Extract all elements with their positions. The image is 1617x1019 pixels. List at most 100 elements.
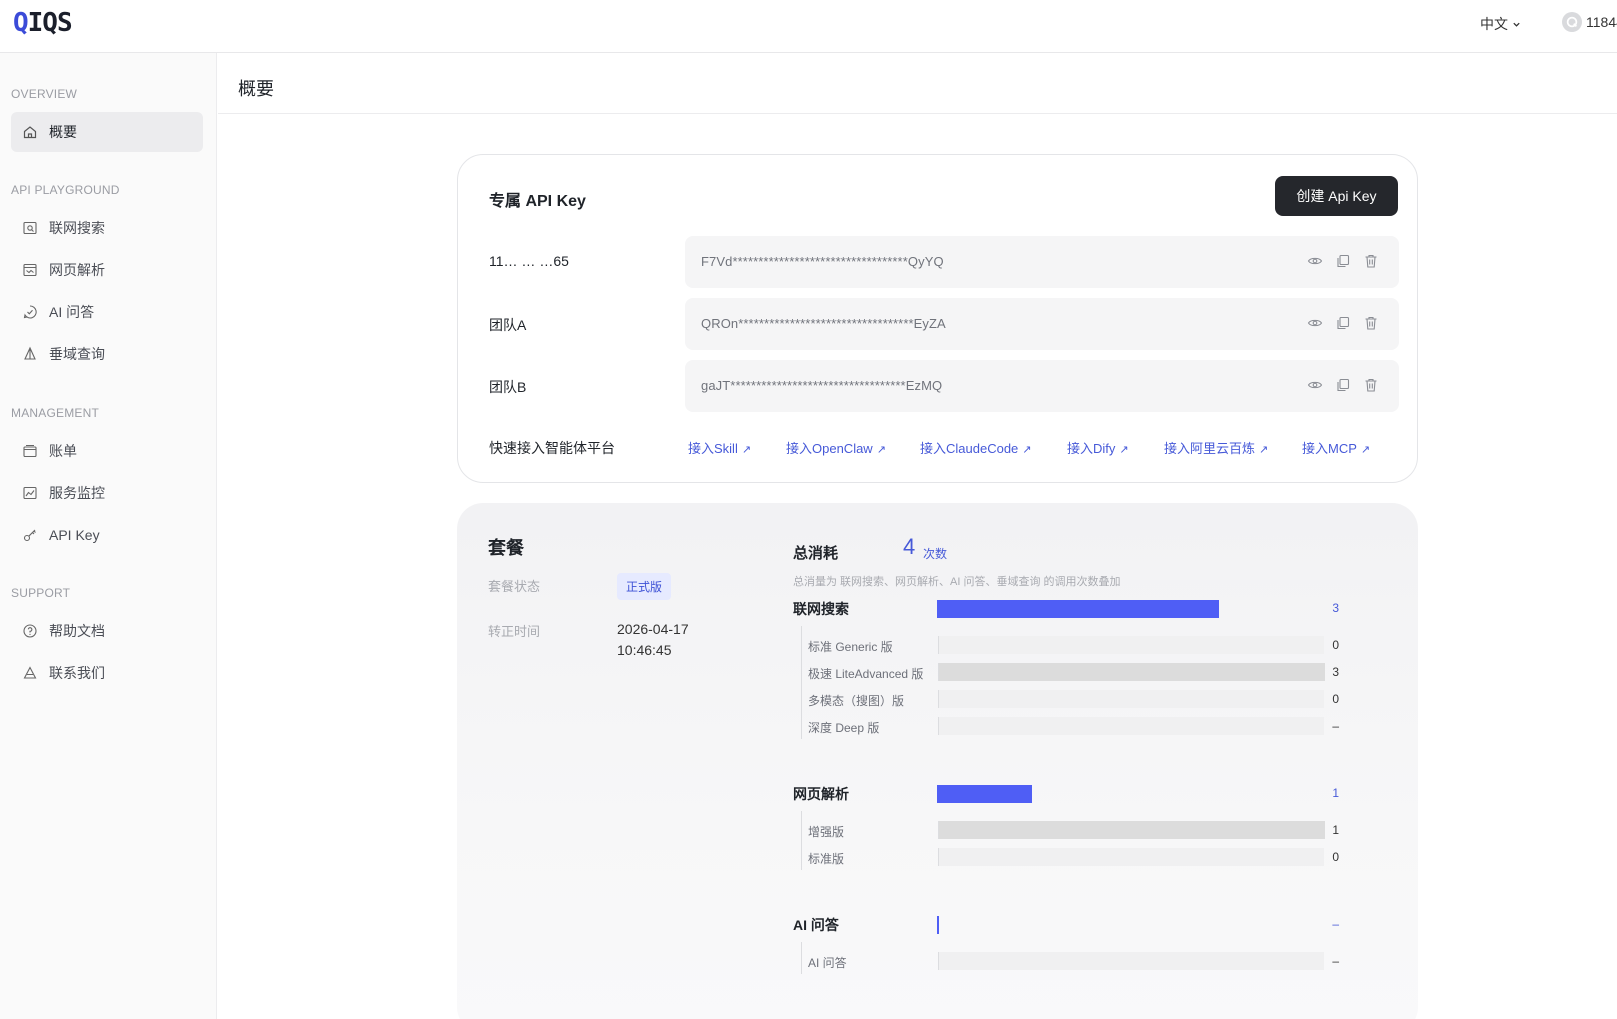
eye-icon[interactable]	[1307, 253, 1323, 269]
web-search-icon	[23, 221, 37, 235]
sidebar-item-ai-qa[interactable]: AI 问答	[11, 292, 203, 332]
sub-category-label: 极速 LiteAdvanced 版	[808, 667, 924, 681]
package-time-value: 2026-04-17 10:46:45	[617, 619, 689, 661]
sub-category-value: 0	[1332, 638, 1339, 652]
language-label: 中文	[1480, 16, 1508, 32]
usage-total: 4	[903, 534, 916, 559]
external-link-icon: ↗	[876, 444, 886, 456]
category-bar-track	[937, 785, 1323, 803]
logo-text: QIQS	[13, 8, 73, 38]
package-title: 套餐	[488, 538, 524, 558]
quick-link-aliyun-bailian[interactable]: 接入阿里云百炼 ↗	[1164, 438, 1268, 457]
sub-category-label: 标准 Generic 版	[808, 640, 893, 654]
api-key-value: F7Vd**********************************Qy…	[701, 254, 944, 269]
help-icon	[23, 624, 37, 638]
contact-icon	[23, 666, 37, 679]
sidebar-item-web-parse[interactable]: 网页解析	[11, 250, 203, 290]
sidebar-item-web-search[interactable]: 联网搜索	[11, 208, 203, 248]
api-key-card: 专属 API Key 创建 Api Key 11… … …65 F7Vd****…	[457, 154, 1418, 483]
sidebar-item-label: 帮助文档	[49, 623, 105, 639]
package-card: 套餐 套餐状态 正式版 转正时间 2026-04-17 10:46:45 总消耗…	[457, 503, 1418, 1019]
sidebar-item-help[interactable]: 帮助文档	[11, 611, 203, 651]
quick-connect-label: 快速接入智能体平台	[489, 440, 615, 456]
eye-icon[interactable]	[1307, 377, 1323, 393]
copy-icon[interactable]	[1335, 377, 1351, 393]
sub-category-bar-track	[938, 636, 1324, 654]
category-bar	[937, 600, 1219, 618]
page-header: 概要	[218, 53, 1617, 114]
top-bar: QIQS 中文 11844	[0, 0, 1617, 53]
sub-category-value: –	[1332, 954, 1339, 968]
sidebar-item-overview[interactable]: 概要	[11, 112, 203, 152]
sidebar-item-label: 垂域查询	[49, 346, 105, 362]
sidebar-item-vertical-query[interactable]: 垂域查询	[11, 334, 203, 374]
category-label: AI 问答	[793, 917, 839, 933]
user-menu[interactable]: 11844	[1562, 12, 1617, 32]
api-key-row: 团队A QROn********************************…	[489, 298, 1399, 350]
home-icon	[23, 126, 37, 139]
api-key-name: 团队B	[489, 379, 527, 395]
quick-link-openclaw[interactable]: 接入OpenClaw ↗	[786, 438, 886, 457]
usage-title: 总消耗	[793, 545, 839, 562]
api-key-title: 专属 API Key	[489, 193, 586, 210]
usage-note: 总消量为 联网搜索、网页解析、AI 问答、垂域查询 的调用次数叠加	[793, 576, 1121, 588]
ai-qa-icon	[23, 305, 37, 319]
sidebar-item-contact[interactable]: 联系我们	[11, 653, 203, 693]
sub-category-label: 多模态（搜图）版	[808, 694, 905, 708]
sub-category-value: 0	[1332, 692, 1339, 706]
eye-icon[interactable]	[1307, 315, 1323, 331]
chevron-down-icon	[1513, 22, 1520, 27]
sidebar: OVERVIEW 概要 API PLAYGROUND 联网搜索 网页解析 AI …	[0, 53, 217, 1019]
vertical-query-icon	[24, 346, 36, 360]
external-link-icon: ↗	[1022, 444, 1032, 456]
avatar	[1562, 12, 1582, 32]
sidebar-item-monitor[interactable]: 服务监控	[11, 473, 203, 513]
sub-category-bar-track	[938, 821, 1325, 839]
quick-link-skill[interactable]: 接入Skill ↗	[688, 438, 751, 457]
sub-category-bar-track	[938, 952, 1324, 970]
quick-link-mcp[interactable]: 接入MCP ↗	[1302, 438, 1370, 457]
trash-icon[interactable]	[1363, 253, 1379, 269]
sub-category-bar	[939, 821, 1325, 839]
api-key-value: QROn**********************************Ey…	[701, 316, 946, 331]
sub-category-bar-track	[938, 690, 1324, 708]
sub-category-label: 标准版	[808, 852, 845, 866]
category-bar-track	[937, 600, 1323, 618]
bill-icon	[23, 444, 37, 458]
monitor-icon	[23, 486, 37, 500]
external-link-icon: ↗	[1360, 444, 1371, 456]
sub-category-bar-track	[938, 717, 1324, 735]
api-key-row: 团队B gaJT********************************…	[489, 360, 1399, 412]
sidebar-item-label: AI 问答	[49, 304, 95, 320]
quick-link-claudecode[interactable]: 接入ClaudeCode ↗	[920, 438, 1032, 457]
sidebar-item-label: 服务监控	[49, 485, 105, 501]
copy-icon[interactable]	[1335, 253, 1351, 269]
key-icon	[23, 529, 36, 542]
sub-rail-line	[801, 942, 802, 974]
category-bar-track	[937, 916, 1323, 934]
logo[interactable]: QIQS	[13, 8, 73, 38]
sidebar-item-api-key[interactable]: API Key	[11, 515, 203, 555]
api-key-value: gaJT**********************************Ez…	[701, 378, 943, 393]
api-key-field: gaJT**********************************Ez…	[685, 360, 1399, 412]
sub-rail-line	[801, 626, 802, 739]
sidebar-item-bill[interactable]: 账单	[11, 431, 203, 471]
sidebar-item-label: 联网搜索	[49, 220, 105, 236]
quick-link-dify[interactable]: 接入Dify ↗	[1067, 438, 1129, 457]
language-selector[interactable]: 中文	[1480, 14, 1521, 34]
trash-icon[interactable]	[1363, 315, 1379, 331]
copy-icon[interactable]	[1335, 315, 1351, 331]
api-key-row: 11… … …65 F7Vd**************************…	[489, 236, 1399, 288]
sub-category-label: 增强版	[808, 825, 845, 839]
usage-unit: 次数	[923, 547, 948, 561]
sub-category-label: AI 问答	[808, 956, 847, 970]
trash-icon[interactable]	[1363, 377, 1379, 393]
category-value: 3	[1332, 601, 1339, 615]
api-key-name: 团队A	[489, 317, 527, 333]
api-key-field: F7Vd**********************************Qy…	[685, 236, 1399, 288]
create-api-key-button[interactable]: 创建 Api Key	[1275, 176, 1398, 216]
category-value: –	[1332, 917, 1339, 931]
package-status-label: 套餐状态	[488, 579, 541, 594]
category-label: 联网搜索	[793, 601, 849, 617]
status-badge: 正式版	[617, 573, 672, 600]
